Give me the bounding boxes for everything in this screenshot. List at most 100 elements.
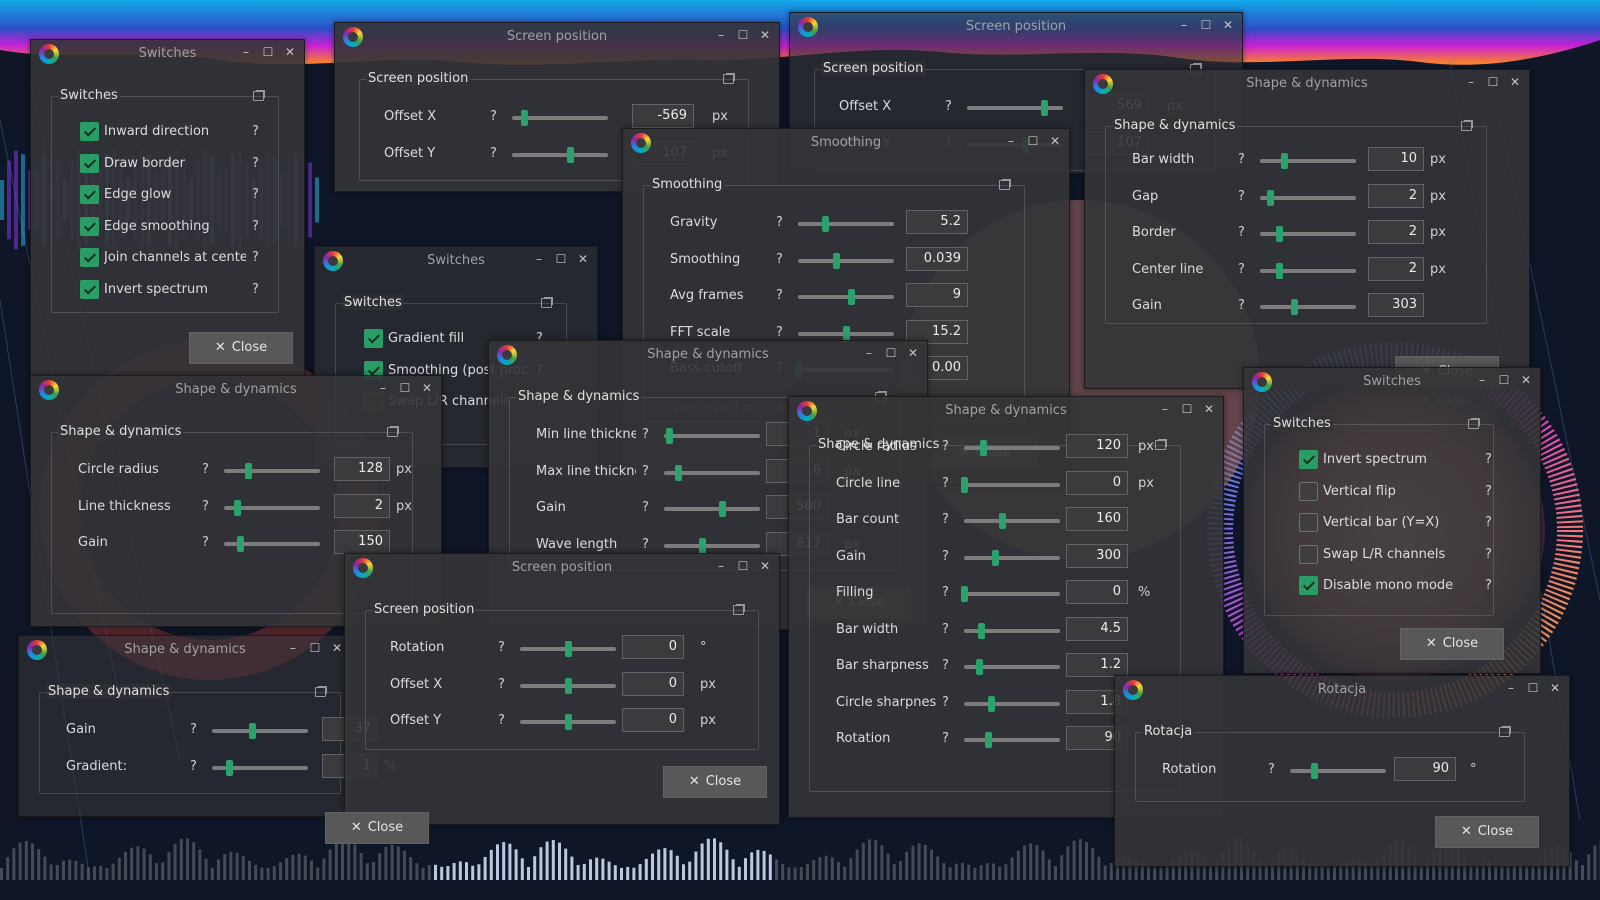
minimize-icon[interactable]: –: [1176, 18, 1192, 32]
slider[interactable]: [224, 463, 320, 479]
help-icon[interactable]: ?: [1268, 762, 1275, 777]
slider[interactable]: [1260, 299, 1356, 315]
slider[interactable]: [664, 428, 760, 444]
slider-handle[interactable]: [565, 677, 572, 694]
switch-row[interactable]: Disable mono mode?: [1265, 573, 1493, 599]
help-icon[interactable]: ?: [1485, 515, 1492, 530]
detach-icon[interactable]: [1499, 727, 1510, 737]
maximize-icon[interactable]: ☐: [735, 559, 751, 573]
value-field[interactable]: 0.039: [906, 246, 968, 271]
detach-icon[interactable]: [999, 180, 1010, 190]
slider[interactable]: [1260, 226, 1356, 242]
help-icon[interactable]: ?: [776, 252, 783, 267]
help-icon[interactable]: ?: [1238, 298, 1245, 313]
value-field[interactable]: 0: [622, 671, 684, 696]
slider-handle[interactable]: [976, 659, 984, 675]
detach-icon[interactable]: [315, 687, 326, 697]
maximize-icon[interactable]: ☐: [1198, 18, 1214, 32]
minimize-icon[interactable]: –: [238, 45, 254, 59]
help-icon[interactable]: ?: [942, 658, 949, 673]
slider[interactable]: [224, 536, 320, 552]
slider-handle[interactable]: [699, 537, 707, 554]
slider-handle[interactable]: [978, 622, 986, 639]
slider-handle[interactable]: [1266, 189, 1274, 206]
switch-row[interactable]: Vertical flip?: [1265, 479, 1493, 505]
help-icon[interactable]: ?: [190, 759, 197, 774]
checkbox[interactable]: [1299, 481, 1318, 501]
help-icon[interactable]: ?: [942, 549, 949, 564]
help-icon[interactable]: ?: [252, 250, 259, 265]
minimize-icon[interactable]: –: [713, 28, 729, 42]
help-icon[interactable]: ?: [490, 109, 497, 124]
minimize-icon[interactable]: –: [1503, 681, 1519, 695]
slider-handle[interactable]: [980, 440, 988, 456]
slider[interactable]: [798, 252, 894, 269]
checkbox[interactable]: [80, 280, 99, 299]
help-icon[interactable]: ?: [945, 99, 952, 114]
help-icon[interactable]: ?: [642, 464, 649, 479]
slider-handle[interactable]: [847, 289, 855, 305]
value-field[interactable]: 10: [1368, 147, 1424, 171]
slider[interactable]: [964, 622, 1060, 639]
checkbox[interactable]: [1299, 450, 1318, 469]
close-icon[interactable]: ✕: [282, 45, 298, 59]
minimize-icon[interactable]: –: [713, 559, 729, 573]
maximize-icon[interactable]: ☐: [1496, 373, 1512, 387]
switch-row[interactable]: Invert spectrum?: [1265, 447, 1493, 473]
maximize-icon[interactable]: ☐: [553, 252, 569, 266]
help-icon[interactable]: ?: [942, 731, 949, 746]
value-field[interactable]: 90: [1394, 757, 1456, 781]
slider-handle[interactable]: [1276, 262, 1284, 279]
value-field[interactable]: 120: [1066, 434, 1128, 458]
help-icon[interactable]: ?: [202, 499, 209, 514]
slider[interactable]: [964, 549, 1060, 566]
help-icon[interactable]: ?: [252, 124, 259, 139]
minimize-icon[interactable]: –: [1463, 75, 1479, 89]
help-icon[interactable]: ?: [1485, 484, 1492, 499]
close-icon[interactable]: ✕: [905, 346, 921, 360]
close-button[interactable]: ✕ Close: [663, 766, 767, 798]
slider-handle[interactable]: [675, 464, 683, 481]
value-field[interactable]: 5.2: [906, 210, 968, 234]
close-icon[interactable]: ✕: [1507, 75, 1523, 89]
help-icon[interactable]: ?: [942, 476, 949, 491]
switch-row[interactable]: Inward direction?: [52, 119, 278, 145]
slider[interactable]: [1260, 153, 1356, 169]
slider[interactable]: [664, 537, 760, 554]
checkbox[interactable]: [1299, 544, 1318, 564]
close-icon[interactable]: ✕: [757, 28, 773, 42]
help-icon[interactable]: ?: [642, 500, 649, 515]
slider-handle[interactable]: [234, 499, 242, 516]
help-icon[interactable]: ?: [202, 462, 209, 477]
value-field[interactable]: 9: [906, 283, 968, 307]
maximize-icon[interactable]: ☐: [1179, 402, 1195, 416]
slider[interactable]: [1260, 262, 1356, 279]
maximize-icon[interactable]: ☐: [1525, 681, 1541, 695]
title-bar[interactable]: Smoothing – ☐ ✕: [623, 129, 1069, 157]
slider[interactable]: [798, 216, 894, 232]
slider-handle[interactable]: [961, 586, 968, 602]
slider[interactable]: [212, 759, 308, 776]
slider-handle[interactable]: [718, 501, 726, 517]
help-icon[interactable]: ?: [642, 427, 649, 442]
help-icon[interactable]: ?: [1238, 189, 1245, 204]
switch-row[interactable]: Swap L/R channels?: [1265, 542, 1493, 568]
close-button[interactable]: ✕ Close: [1435, 816, 1539, 848]
slider[interactable]: [512, 110, 608, 126]
value-field[interactable]: 128: [334, 457, 390, 481]
slider[interactable]: [798, 289, 894, 305]
slider-handle[interactable]: [1040, 100, 1048, 116]
title-bar[interactable]: Screen position – ☐ ✕: [335, 23, 779, 51]
help-icon[interactable]: ?: [1238, 225, 1245, 240]
checkbox[interactable]: [80, 216, 99, 236]
close-icon[interactable]: ✕: [329, 641, 345, 655]
slider[interactable]: [212, 723, 308, 739]
switch-row[interactable]: Draw border?: [52, 151, 278, 177]
value-field[interactable]: 4.5: [1066, 616, 1128, 641]
value-field[interactable]: 2: [1368, 183, 1424, 208]
switch-row[interactable]: Invert spectrum?: [52, 277, 278, 303]
help-icon[interactable]: ?: [498, 713, 505, 728]
detach-icon[interactable]: [387, 427, 398, 437]
help-icon[interactable]: ?: [252, 219, 259, 234]
window-switches[interactable]: Switches – ☐ ✕ Switches Inward direction? Draw…: [30, 39, 305, 379]
